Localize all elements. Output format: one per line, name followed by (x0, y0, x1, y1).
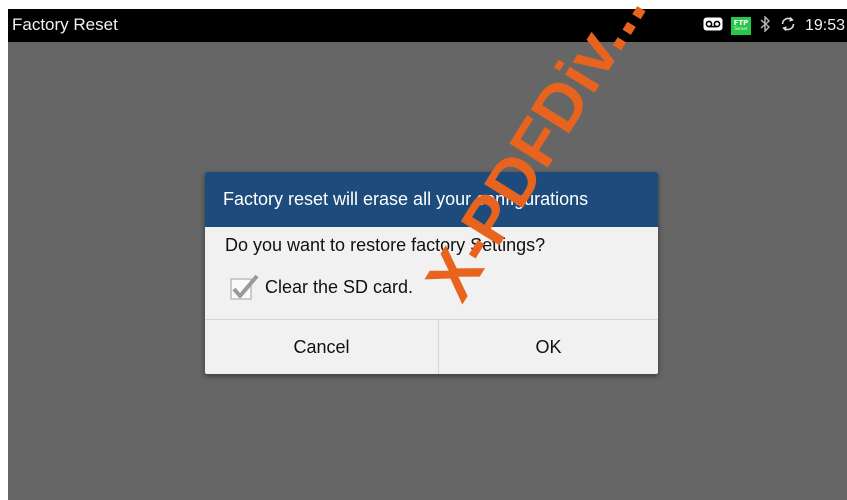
ftp-icon: FTP Server (730, 16, 751, 35)
clear-sd-card-option[interactable]: Clear the SD card. (229, 272, 413, 302)
voicemail-icon (703, 16, 723, 35)
clock: 19:53 (804, 16, 845, 34)
app-title: Factory Reset (12, 15, 118, 34)
bluetooth-icon (759, 14, 771, 36)
dialog-message: Do you want to restore factory Settings? (225, 235, 546, 255)
status-icons: FTP Server 19:53 (703, 9, 847, 42)
ftp-sub-label: Server (734, 26, 748, 31)
status-bar: Factory Reset FTP Server 19:53 (8, 9, 847, 42)
sync-icon (779, 15, 797, 37)
cancel-button[interactable]: Cancel (205, 320, 438, 374)
factory-reset-dialog: Factory reset will erase all your config… (205, 172, 658, 374)
clear-sd-card-checkbox[interactable] (229, 273, 259, 301)
clear-sd-card-label: Clear the SD card. (265, 276, 414, 297)
dialog-header: Factory reset will erase all your config… (205, 172, 658, 227)
ok-button[interactable]: OK (439, 320, 658, 374)
screen: Factory Reset FTP Server 19:53 Factory r… (8, 9, 847, 500)
dialog-title: Factory reset will erase all your config… (223, 189, 589, 209)
